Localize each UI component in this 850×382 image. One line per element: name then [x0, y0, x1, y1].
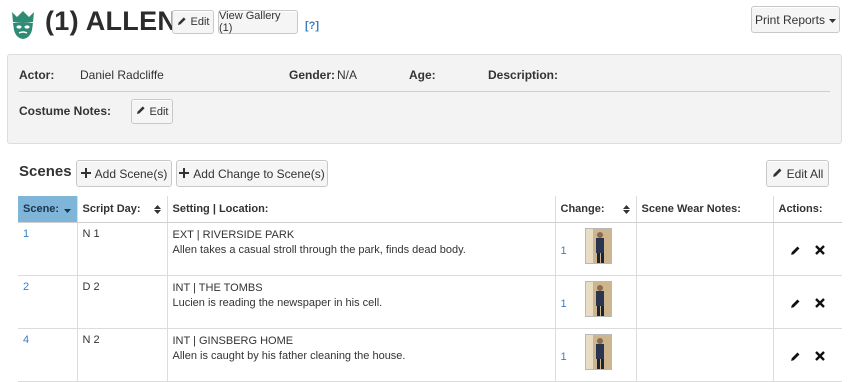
pencil-icon[interactable]: [790, 298, 801, 312]
table-row: 2 D 2 INT | THE TOMBS Lucien is reading …: [18, 275, 842, 329]
plus-icon: [80, 167, 91, 181]
add-scenes-label: Add Scene(s): [94, 166, 168, 181]
add-change-label: Add Change to Scene(s): [193, 166, 325, 181]
change-cell: 1: [554, 275, 636, 329]
pencil-icon[interactable]: [790, 351, 801, 365]
edit-label: Edit: [190, 16, 210, 28]
help-link[interactable]: [?]: [305, 20, 319, 32]
costume-thumbnail[interactable]: [584, 227, 612, 264]
change-cell: 1: [554, 328, 636, 382]
sort-icon: [153, 205, 161, 217]
table-row: 4 N 2 INT | GINSBERG HOME Allen is caugh…: [18, 328, 842, 382]
scenes-heading: Scenes: [19, 163, 72, 180]
scene-wear-notes-cell: [635, 328, 773, 382]
scene-description: Allen is caught by his father cleaning t…: [172, 349, 406, 362]
close-icon[interactable]: [815, 244, 826, 259]
script-day-cell: D 2: [76, 275, 167, 329]
scene-number-link[interactable]: 1: [23, 228, 29, 240]
setting-location-cell: INT | GINSBERG HOME Allen is caught by h…: [166, 328, 555, 382]
pencil-icon: [772, 167, 783, 181]
plus-icon: [179, 167, 190, 181]
setting-location-cell: INT | THE TOMBS Lucien is reading the ne…: [166, 275, 555, 329]
scene-wear-notes-cell: [635, 275, 773, 329]
view-gallery-label: View Gallery (1): [219, 10, 281, 34]
scenes-table: Scene: Script Day: Setting | Location: C…: [18, 196, 842, 382]
scene-description: Lucien is reading the newspaper in his c…: [172, 296, 383, 309]
costume-notes-edit-button[interactable]: Edit: [131, 99, 173, 124]
column-header-scene-wear-notes: Scene Wear Notes:: [635, 196, 773, 223]
costume-thumbnail[interactable]: [584, 280, 612, 317]
script-day-cell: N 1: [76, 222, 167, 276]
scene-number-link[interactable]: 2: [23, 281, 29, 293]
column-header-setting-location: Setting | Location:: [166, 196, 555, 223]
column-header-actions: Actions:: [772, 196, 842, 223]
gender-label: Gender:: [289, 68, 336, 82]
change-number-link[interactable]: 1: [561, 235, 567, 257]
close-icon[interactable]: [815, 350, 826, 365]
scene-number-link[interactable]: 4: [23, 334, 29, 346]
gender-value: N/A: [337, 68, 358, 82]
description-label: Description:: [488, 68, 559, 82]
table-row: 1 N 1 EXT | RIVERSIDE PARK Allen takes a…: [18, 222, 842, 276]
actions-cell: [772, 328, 842, 382]
change-number-link[interactable]: 1: [561, 341, 567, 363]
caret-down-icon: [829, 13, 837, 27]
caret-down-icon: [63, 205, 71, 217]
add-change-to-scenes-button[interactable]: Add Change to Scene(s): [176, 160, 328, 187]
setting-location-cell: EXT | RIVERSIDE PARK Allen takes a casua…: [166, 222, 555, 276]
setting-text: INT | THE TOMBS: [172, 281, 263, 294]
pencil-icon: [177, 16, 187, 29]
character-title: (1) ALLEN: [45, 6, 178, 36]
panel-divider: [19, 91, 830, 92]
actor-link[interactable]: Daniel Radcliffe: [80, 68, 164, 82]
setting-text: INT | GINSBERG HOME: [172, 334, 294, 347]
add-scenes-button[interactable]: Add Scene(s): [76, 160, 172, 187]
actions-cell: [772, 275, 842, 329]
costume-thumbnail[interactable]: [584, 333, 612, 370]
costume-edit-label: Edit: [149, 105, 169, 118]
table-header-row: Scene: Script Day: Setting | Location: C…: [18, 196, 842, 223]
scene-description: Allen takes a casual stroll through the …: [172, 243, 466, 256]
column-header-change[interactable]: Change:: [554, 196, 636, 223]
actor-label: Actor:: [19, 68, 55, 82]
change-number-link[interactable]: 1: [561, 288, 567, 310]
view-gallery-button[interactable]: View Gallery (1): [218, 10, 298, 34]
change-cell: 1: [554, 222, 636, 276]
costume-notes-label: Costume Notes:: [19, 104, 112, 118]
script-day-cell: N 2: [76, 328, 167, 382]
scene-wear-notes-cell: [635, 222, 773, 276]
age-label: Age:: [409, 68, 436, 82]
mask-crown-logo-icon: [10, 10, 36, 40]
edit-all-label: Edit All: [786, 166, 824, 181]
sort-icon: [622, 205, 630, 217]
column-header-script-day[interactable]: Script Day:: [76, 196, 167, 223]
column-header-scene[interactable]: Scene:: [18, 196, 77, 223]
edit-all-button[interactable]: Edit All: [766, 160, 829, 187]
pencil-icon: [136, 105, 146, 118]
print-reports-label: Print Reports: [754, 12, 826, 27]
setting-text: EXT | RIVERSIDE PARK: [172, 228, 295, 241]
pencil-icon[interactable]: [790, 245, 801, 259]
edit-character-button[interactable]: Edit: [172, 10, 214, 34]
actions-cell: [772, 222, 842, 276]
close-icon[interactable]: [815, 297, 826, 312]
print-reports-button[interactable]: Print Reports: [751, 6, 840, 33]
